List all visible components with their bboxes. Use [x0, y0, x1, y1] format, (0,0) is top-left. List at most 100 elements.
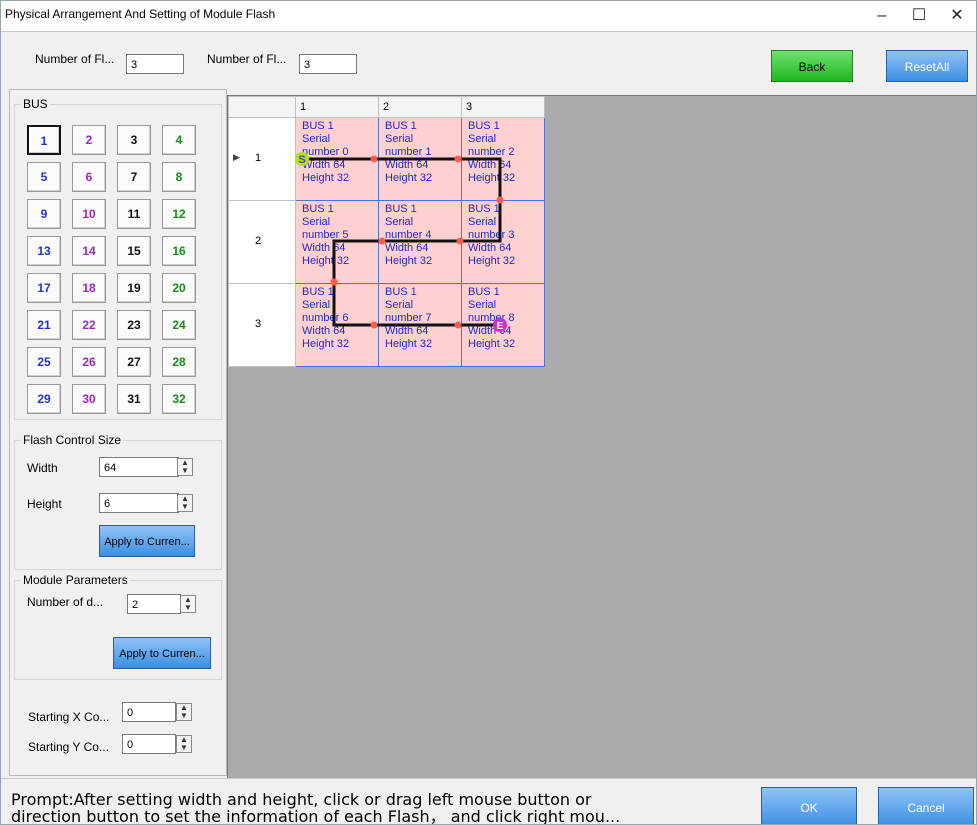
- bus-button-16[interactable]: 16: [162, 236, 196, 266]
- rows-input[interactable]: 3: [126, 54, 184, 74]
- cell-serial-number: number 6: [302, 312, 349, 324]
- cell-serial-number: number 0: [302, 146, 349, 158]
- bus-button-17[interactable]: 17: [27, 273, 61, 303]
- col-header: 2: [378, 96, 462, 118]
- start-x-input[interactable]: 0: [122, 702, 176, 722]
- bus-button-31[interactable]: 31: [117, 384, 151, 414]
- bus-button-18[interactable]: 18: [72, 273, 106, 303]
- bus-button-23[interactable]: 23: [117, 310, 151, 340]
- width-input[interactable]: 64: [99, 457, 179, 477]
- width-spinner[interactable]: ▲ ▼: [177, 458, 193, 476]
- bus-button-27[interactable]: 27: [117, 347, 151, 377]
- cell-serial-number: number 8: [468, 312, 515, 324]
- cell-width: Width 64: [385, 159, 429, 171]
- col-header: 1: [295, 96, 379, 118]
- start-y-label: Starting Y Co...: [28, 740, 109, 754]
- bus-button-13[interactable]: 13: [27, 236, 61, 266]
- flash-cell[interactable]: BUS 1 Serial number 8 Width 64 Height 32: [461, 283, 545, 367]
- module-count-input[interactable]: 2: [127, 594, 181, 614]
- back-button[interactable]: Back: [771, 50, 853, 82]
- flash-cell[interactable]: BUS 1 Serial number 1 Width 64 Height 32: [378, 117, 462, 201]
- row-header[interactable]: 3: [228, 283, 296, 367]
- cancel-button[interactable]: Cancel: [878, 787, 974, 824]
- top-toolbar: Number of Fl... 3 Number of Fl... 3 Back…: [1, 31, 976, 90]
- bus-button-19[interactable]: 19: [117, 273, 151, 303]
- apply-module-params-button[interactable]: Apply to Curren...: [113, 637, 211, 669]
- bus-button-30[interactable]: 30: [72, 384, 106, 414]
- height-input[interactable]: 6: [99, 493, 179, 513]
- flash-cell[interactable]: BUS 1 Serial number 6 Width 64 Height 32: [295, 283, 379, 367]
- cell-height: Height 32: [385, 172, 433, 184]
- cell-bus: BUS 1: [302, 203, 334, 215]
- bus-button-6[interactable]: 6: [72, 162, 106, 192]
- cell-serial-number: number 1: [385, 146, 432, 158]
- flash-cell[interactable]: BUS 1 Serial number 5 Width 64 Height 32: [295, 200, 379, 284]
- bus-button-10[interactable]: 10: [72, 199, 106, 229]
- cell-serial-label: Serial: [385, 216, 414, 228]
- height-label: Height: [27, 497, 62, 511]
- bus-button-5[interactable]: 5: [27, 162, 61, 192]
- bus-button-28[interactable]: 28: [162, 347, 196, 377]
- prompt-line-1: Prompt:After setting width and height, c…: [11, 790, 592, 809]
- module-params-title: Module Parameters: [21, 573, 130, 587]
- cell-serial-label: Serial: [385, 133, 414, 145]
- start-y-spinner[interactable]: ▲ ▼: [176, 735, 192, 753]
- bus-button-21[interactable]: 21: [27, 310, 61, 340]
- flash-cell[interactable]: BUS 1 Serial number 7 Width 64 Height 32: [378, 283, 462, 367]
- row-number: 3: [255, 318, 262, 330]
- flash-grid-area[interactable]: 1 2 3 ▶ 1 BUS 1 Serial number 0 Width 64 Hei…: [227, 95, 976, 780]
- height-spinner[interactable]: ▲ ▼: [177, 494, 193, 512]
- grid-row: 3 BUS 1 Serial number 6 Width 64 Height 32 B…: [228, 283, 545, 367]
- maximize-button[interactable]: ☐: [901, 1, 937, 31]
- cell-bus: BUS 1: [302, 286, 334, 298]
- bus-button-24[interactable]: 24: [162, 310, 196, 340]
- bus-button-8[interactable]: 8: [162, 162, 196, 192]
- bus-button-1[interactable]: 1: [27, 125, 61, 155]
- cell-height: Height 32: [468, 338, 516, 350]
- cell-height: Height 32: [468, 255, 516, 267]
- start-x-spinner[interactable]: ▲ ▼: [176, 703, 192, 721]
- reset-all-button[interactable]: ResetAll: [886, 50, 968, 82]
- corner-header: [228, 96, 296, 118]
- bus-button-22[interactable]: 22: [72, 310, 106, 340]
- row-header[interactable]: ▶ 1: [228, 117, 296, 201]
- bus-button-7[interactable]: 7: [117, 162, 151, 192]
- bus-button-26[interactable]: 26: [72, 347, 106, 377]
- grid-row: 2 BUS 1 Serial number 5 Width 64 Height 32 B…: [228, 200, 545, 284]
- bus-button-12[interactable]: 12: [162, 199, 196, 229]
- module-count-spinner[interactable]: ▲ ▼: [180, 595, 196, 613]
- row-header[interactable]: 2: [228, 200, 296, 284]
- flash-cell[interactable]: BUS 1 Serial number 4 Width 64 Height 32: [378, 200, 462, 284]
- start-y-input[interactable]: 0: [122, 734, 176, 754]
- bus-button-4[interactable]: 4: [162, 125, 196, 155]
- flash-cell[interactable]: BUS 1 Serial number 0 Width 64 Height 32: [295, 117, 379, 201]
- cell-width: Width 64: [385, 242, 429, 254]
- cell-bus: BUS 1: [385, 286, 417, 298]
- apply-flash-size-button[interactable]: Apply to Curren...: [99, 525, 195, 557]
- bus-button-20[interactable]: 20: [162, 273, 196, 303]
- cell-width: Width 64: [468, 325, 512, 337]
- bus-button-11[interactable]: 11: [117, 199, 151, 229]
- bus-button-2[interactable]: 2: [72, 125, 106, 155]
- cell-width: Width 64: [385, 325, 429, 337]
- bus-button-15[interactable]: 15: [117, 236, 151, 266]
- flash-cell[interactable]: BUS 1 Serial number 3 Width 64 Height 32: [461, 200, 545, 284]
- cell-width: Width 64: [302, 242, 346, 254]
- rows-label: Number of Fl...: [35, 52, 115, 66]
- flash-cell[interactable]: BUS 1 Serial number 2 Width 64 Height 32: [461, 117, 545, 201]
- current-row-arrow-icon: ▶: [233, 152, 240, 162]
- cols-input[interactable]: 3: [299, 54, 357, 74]
- close-button[interactable]: ✕: [939, 1, 975, 31]
- col-header: 3: [461, 96, 545, 118]
- cell-bus: BUS 1: [385, 203, 417, 215]
- minimize-button[interactable]: –: [864, 1, 900, 31]
- ok-button[interactable]: OK: [761, 787, 857, 824]
- bus-button-25[interactable]: 25: [27, 347, 61, 377]
- bus-button-29[interactable]: 29: [27, 384, 61, 414]
- cell-serial-label: Serial: [302, 216, 331, 228]
- bus-button-3[interactable]: 3: [117, 125, 151, 155]
- bus-button-14[interactable]: 14: [72, 236, 106, 266]
- bus-button-9[interactable]: 9: [27, 199, 61, 229]
- cell-height: Height 32: [302, 338, 350, 350]
- bus-button-32[interactable]: 32: [162, 384, 196, 414]
